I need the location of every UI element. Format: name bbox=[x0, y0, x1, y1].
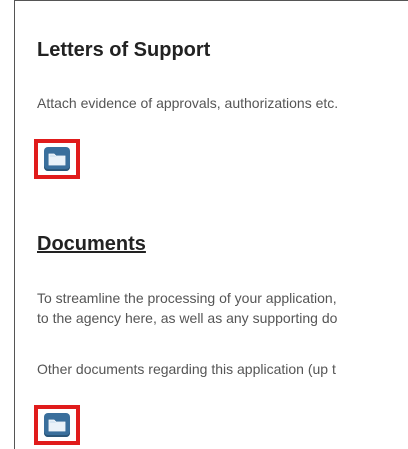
folder-icon bbox=[44, 413, 70, 437]
documents-description-line-2: to the agency here, as well as any suppo… bbox=[37, 310, 338, 326]
letters-of-support-title: Letters of Support bbox=[37, 39, 211, 61]
letters-attach-button[interactable] bbox=[34, 139, 80, 179]
folder-icon bbox=[44, 147, 70, 171]
attachments-panel: Letters of Support Attach evidence of ap… bbox=[14, 0, 408, 449]
letters-of-support-description: Attach evidence of approvals, authorizat… bbox=[37, 95, 339, 111]
documents-title: Documents bbox=[37, 233, 146, 255]
documents-description-line-1: To streamline the processing of your app… bbox=[37, 290, 337, 306]
other-documents-text: Other documents regarding this applicati… bbox=[37, 361, 336, 377]
documents-attach-button[interactable] bbox=[34, 405, 80, 445]
